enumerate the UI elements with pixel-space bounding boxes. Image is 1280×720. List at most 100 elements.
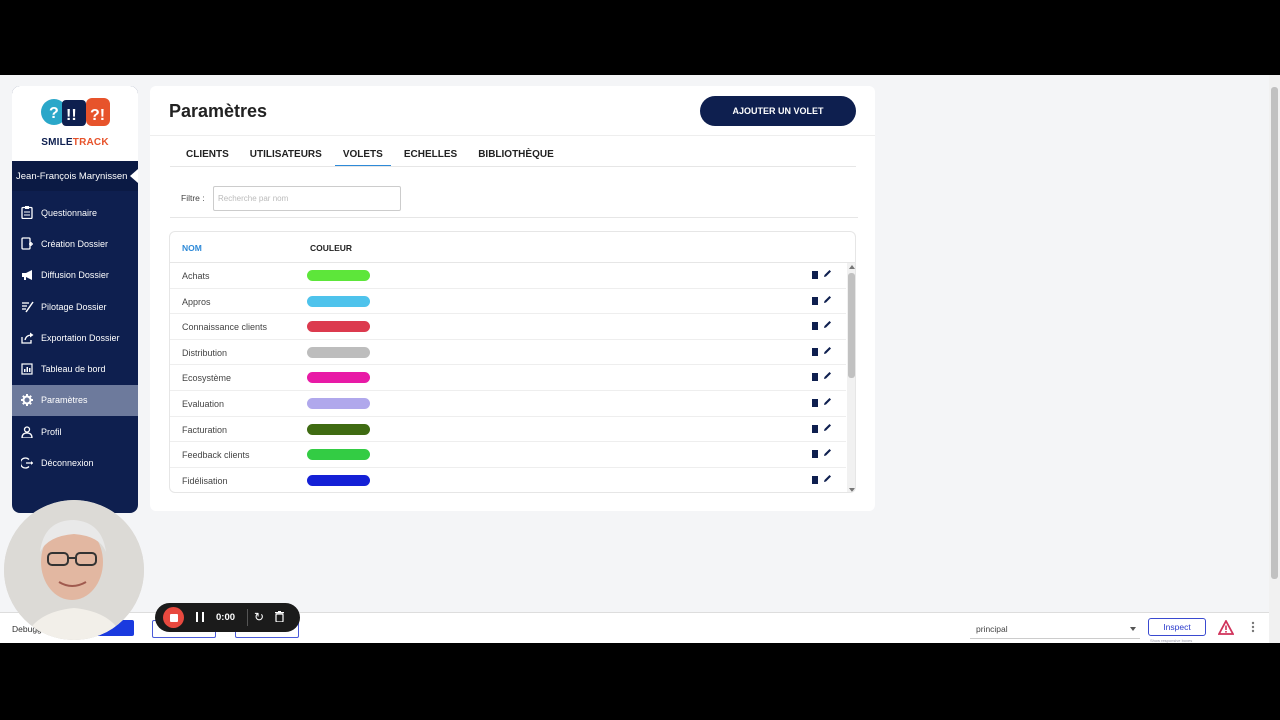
divider [150,135,875,136]
column-header-nom[interactable]: NOM [182,243,202,253]
webcam-avatar [4,500,144,640]
stop-recording-button[interactable] [163,607,184,628]
user-icon [20,425,34,439]
table-row: Facturation [170,417,846,443]
table-header: NOM COULEUR [170,232,855,263]
table-row: Evaluation [170,391,846,417]
sidebar-item-parametres[interactable]: Paramètres [12,384,138,417]
divider [170,166,856,167]
delete-icon[interactable] [812,475,818,484]
delete-icon[interactable] [812,271,818,279]
scroll-up-icon[interactable] [849,265,855,269]
recording-timer: 0:00 [216,612,236,623]
add-volet-button[interactable]: AJOUTER UN VOLET [700,96,856,126]
tab-clients[interactable]: CLIENTS [178,143,237,167]
sidebar-item-label: Création Dossier [41,238,109,249]
edit-icon[interactable] [823,423,833,433]
dashboard-icon [20,362,34,376]
color-swatch [307,346,370,358]
delete-icon[interactable] [812,373,818,382]
scroll-down-icon[interactable] [849,488,855,492]
chevron-down-icon [1130,627,1136,631]
edit-icon[interactable] [823,448,833,458]
sidebar-item-label: Exportation Dossier [41,332,120,343]
delete-icon[interactable] [812,424,818,433]
tab-bibliotheque[interactable]: BIBLIOTHÈQUE [470,143,562,167]
megaphone-icon [20,268,34,282]
sidebar-item-diffusion-dossier[interactable]: Diffusion Dossier [12,260,138,291]
clipboard-icon [20,206,34,220]
logout-icon [20,456,34,470]
user-name[interactable]: Jean-François Marynissen [12,161,138,191]
volet-name: Feedback clients [182,450,250,461]
inspect-sublabel: Show responsive boxes [1150,638,1193,643]
more-options-icon[interactable] [1251,621,1257,633]
page-scrollbar[interactable] [1269,75,1280,643]
color-swatch [307,449,370,461]
sidebar-item-deconnexion[interactable]: Déconnexion [12,447,138,478]
page-title: Paramètres [169,101,268,121]
sidebar-item-pilotage-dossier[interactable]: Pilotage Dossier [12,291,138,322]
svg-text:!!: !! [66,107,77,124]
sidebar-item-label: Paramètres [41,395,88,406]
tab-volets[interactable]: VOLETS [334,143,391,167]
sidebar: ? !! ?! SMILETRACK Jean-François Marynis… [12,86,138,513]
settings-card: Paramètres AJOUTER UN VOLET CLIENTS UTIL… [150,86,875,511]
volet-name: Connaissance clients [182,322,268,333]
column-header-couleur: COULEUR [310,243,353,253]
volets-table: NOM COULEUR Achats Appros Connaissance cli… [169,231,856,493]
restart-icon[interactable]: ↻ [254,610,264,624]
sidebar-item-tableau-de-bord[interactable]: Tableau de bord [12,353,138,384]
sidebar-item-label: Questionnaire [41,207,98,218]
table-scrollbar[interactable] [847,263,855,492]
edit-icon[interactable] [823,371,833,381]
edit-icon[interactable] [823,346,833,356]
filter-label: Filtre : [181,193,205,203]
sidebar-item-creation-dossier[interactable]: Création Dossier [12,228,138,259]
edit-icon[interactable] [823,474,833,484]
edit-icon[interactable] [823,295,833,305]
logo[interactable]: ? !! ?! SMILETRACK [12,86,138,161]
file-add-icon [20,237,34,251]
page-select[interactable]: principal [970,619,1140,639]
search-input[interactable] [213,186,401,211]
edit-icon[interactable] [823,269,833,279]
sidebar-item-exportation-dossier[interactable]: Exportation Dossier [12,322,138,353]
color-swatch [307,270,370,281]
delete-icon[interactable] [812,450,818,459]
edit-icon[interactable] [823,320,833,330]
volet-name: Appros [182,296,211,307]
page-select-value: principal [976,624,1008,634]
table-row: Ecosystème [170,365,846,391]
pause-icon[interactable] [196,612,204,622]
table-row: Appros [170,289,846,315]
divider [170,217,858,218]
scroll-thumb[interactable] [848,273,855,378]
color-swatch [307,474,370,486]
edit-icon[interactable] [823,397,833,407]
delete-icon[interactable] [812,399,818,407]
sidebar-item-questionnaire[interactable]: Questionnaire [12,197,138,228]
table-row: Achats [170,263,846,289]
active-notch [130,169,138,183]
color-swatch [307,423,370,435]
color-swatch [307,295,370,307]
app-screen: ? !! ?! SMILETRACK Jean-François Marynis… [0,75,1280,643]
logo-bubbles-icon: ? !! ?! [41,98,110,126]
volet-name: Fidélisation [182,475,228,486]
inspect-button[interactable]: Inspect [1148,618,1206,636]
page-scroll-thumb[interactable] [1271,87,1278,579]
sidebar-item-profil[interactable]: Profil [12,416,138,447]
delete-icon[interactable] [812,296,818,305]
sidebar-item-label: Diffusion Dossier [41,270,109,281]
trash-icon[interactable] [275,611,284,622]
table-row: Fidélisation [170,468,846,492]
delete-icon[interactable] [812,347,818,356]
delete-icon[interactable] [812,322,818,331]
tabs: CLIENTS UTILISATEURS VOLETS ECHELLES BIB… [178,143,567,167]
person-avatar-icon [4,500,144,640]
tab-utilisateurs[interactable]: UTILISATEURS [242,143,330,167]
tab-echelles[interactable]: ECHELLES [396,143,465,167]
volet-name: Ecosystème [182,373,232,384]
warning-icon[interactable] [1218,620,1234,636]
